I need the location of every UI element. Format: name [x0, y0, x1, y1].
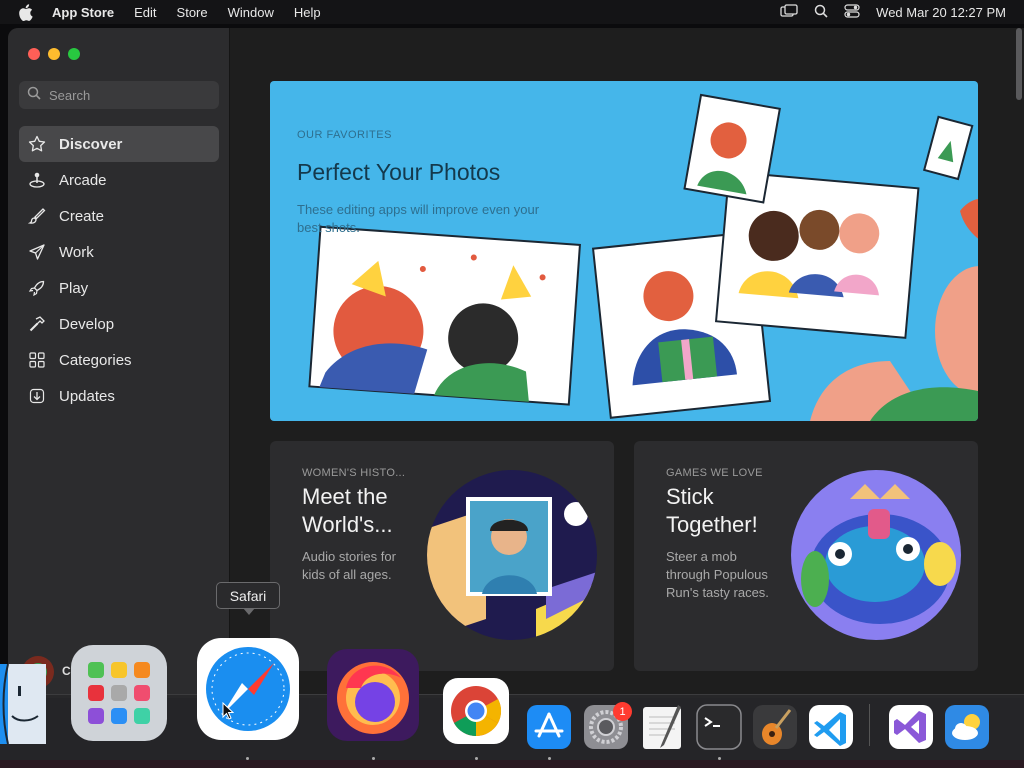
sidebar-item-arcade[interactable]: Arcade: [19, 162, 219, 198]
hammer-icon: [27, 314, 47, 334]
sidebar-item-updates[interactable]: Updates: [19, 378, 219, 414]
visual-studio-icon[interactable]: [888, 704, 934, 750]
sidebar-item-discover[interactable]: Discover: [19, 126, 219, 162]
minimize-button[interactable]: [48, 48, 60, 60]
search-field[interactable]: [19, 81, 219, 109]
sidebar-item-label: Updates: [59, 387, 115, 405]
window-controls: [28, 48, 80, 60]
sidebar-item-develop[interactable]: Develop: [19, 306, 219, 342]
sidebar-item-label: Develop: [59, 315, 115, 333]
control-center-icon[interactable]: [844, 3, 860, 21]
sidebar-item-label: Play: [59, 279, 89, 297]
card-eyebrow: WOMEN'S HISTO...: [302, 467, 406, 479]
menu-help[interactable]: Help: [294, 5, 321, 20]
zoom-button[interactable]: [68, 48, 80, 60]
terminal-icon[interactable]: [696, 704, 742, 750]
spotlight-search-icon[interactable]: [814, 4, 828, 21]
safari-icon[interactable]: [196, 637, 300, 741]
sidebar-item-create[interactable]: Create: [19, 198, 219, 234]
hero-subtitle: These editing apps will improve even you…: [297, 202, 540, 235]
sidebar-item-play[interactable]: Play: [19, 270, 219, 306]
finder-icon[interactable]: [0, 664, 46, 744]
sidebar-item-label: Create: [59, 207, 105, 225]
dock-separator: [869, 704, 870, 746]
sidebar-item-label: Categories: [59, 351, 132, 369]
search-input[interactable]: [49, 87, 199, 103]
apple-menu-icon[interactable]: [18, 3, 38, 21]
chrome-icon[interactable]: [442, 677, 510, 745]
card-title: Meet the World's...: [302, 484, 393, 537]
menu-window[interactable]: Window: [228, 5, 274, 20]
menu-bar: App Store Edit Store Window Help Wed Mar…: [0, 0, 1024, 24]
app-store-icon[interactable]: [526, 704, 572, 750]
firefox-icon[interactable]: [326, 648, 420, 742]
close-button[interactable]: [28, 48, 40, 60]
sidebar-item-label: Work: [59, 243, 94, 261]
menu-store[interactable]: Store: [177, 5, 208, 20]
card-eyebrow: GAMES WE LOVE: [666, 467, 763, 479]
hero-eyebrow: OUR FAVORITES: [297, 129, 392, 141]
story-card-games-we-love[interactable]: GAMES WE LOVE Stick Together! Steer a mo…: [634, 441, 978, 671]
brush-icon: [27, 206, 47, 226]
launchpad-icon[interactable]: [70, 644, 168, 742]
card-description: Steer a mob through Populous Run's tasty…: [666, 549, 769, 600]
screen-mirror-icon[interactable]: [780, 3, 798, 21]
content-scrollbar[interactable]: [1016, 28, 1022, 100]
card-description: Audio stories for kids of all ages.: [302, 549, 396, 582]
sidebar-item-categories[interactable]: Categories: [19, 342, 219, 378]
card-title: Stick Together!: [666, 484, 758, 537]
textedit-icon[interactable]: [640, 703, 684, 751]
sidebar-item-work[interactable]: Work: [19, 234, 219, 270]
menubar-clock[interactable]: Wed Mar 20 12:27 PM: [876, 5, 1006, 20]
sidebar: Discover Arcade Create Work: [8, 28, 230, 698]
garageband-icon[interactable]: [752, 704, 798, 750]
rocket-icon: [27, 278, 47, 298]
joystick-icon: [27, 170, 47, 190]
paper-plane-icon: [27, 242, 47, 262]
menu-edit[interactable]: Edit: [134, 5, 156, 20]
sidebar-item-label: Arcade: [59, 171, 107, 189]
card-artwork-game: [791, 470, 961, 640]
notification-badge: 1: [613, 702, 632, 721]
story-card-womens-history[interactable]: WOMEN'S HISTO... Meet the World's... Aud…: [270, 441, 614, 671]
discover-content: OUR FAVORITES Perfect Your Photos These …: [230, 28, 1024, 698]
mouse-cursor-icon: [222, 701, 235, 725]
vscode-icon[interactable]: [808, 704, 854, 750]
sidebar-nav: Discover Arcade Create Work Play Develop…: [19, 126, 219, 414]
search-icon: [27, 86, 41, 105]
card-artwork-portrait: [427, 470, 597, 640]
app-menu[interactable]: App Store: [52, 5, 114, 20]
hero-title: Perfect Your Photos: [297, 159, 501, 185]
sidebar-item-label: Discover: [59, 135, 123, 153]
grid-icon: [27, 350, 47, 370]
desktop-wallpaper: [0, 760, 1024, 768]
weather-icon[interactable]: [944, 704, 990, 750]
app-store-window: Discover Arcade Create Work: [8, 28, 1024, 698]
star-icon: [27, 134, 47, 154]
download-icon: [27, 386, 47, 406]
dock-tooltip: Safari: [216, 582, 280, 615]
featured-hero-card[interactable]: OUR FAVORITES Perfect Your Photos These …: [270, 81, 978, 421]
